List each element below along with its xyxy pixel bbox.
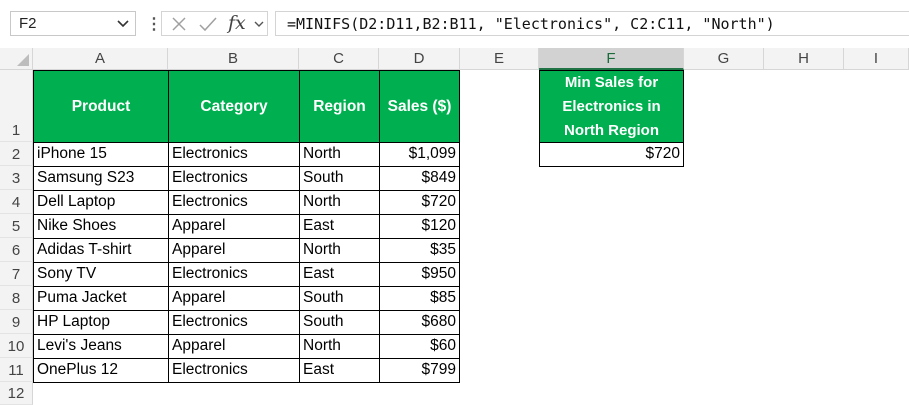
table-cell-region[interactable]: East [299,358,380,383]
table-cell-sales[interactable]: $799 [379,358,460,383]
formula-bar: F2 ⋮ fx =MINIFS(D2:D11,B2:B11, "Electron… [0,0,909,48]
spreadsheet-grid: A B C D E F G H I 1 2 3 4 5 6 7 8 9 10 1… [0,48,909,405]
table-cell-category[interactable]: Electronics [168,358,300,383]
table-cell-sales[interactable]: $849 [379,166,460,191]
table-cell-region[interactable]: North [299,334,380,359]
row-header-10[interactable]: 10 [0,334,33,358]
row-header-6[interactable]: 6 [0,238,33,262]
select-all-icon [17,54,29,66]
table-cell-product[interactable]: HP Laptop [33,310,169,335]
table-cell-product[interactable]: Levi's Jeans [33,334,169,359]
row-number: 4 [11,194,21,211]
table-cell-region[interactable]: South [299,166,380,191]
table-cell-product[interactable]: Adidas T-shirt [33,238,169,263]
table-cell-sales[interactable]: $1,099 [379,142,460,167]
name-box-value: F2 [19,15,37,32]
row-header-9[interactable]: 9 [0,310,33,334]
table-cell-category[interactable]: Apparel [168,286,300,311]
row-number: 10 [7,338,25,355]
table-cell-region[interactable]: South [299,286,380,311]
row-header-4[interactable]: 4 [0,190,33,214]
table-cell-category[interactable]: Apparel [168,214,300,239]
column-header-h[interactable]: H [764,48,844,70]
column-header-g[interactable]: G [684,48,764,70]
chevron-down-icon[interactable] [253,17,265,31]
name-box[interactable]: F2 [10,11,136,36]
insert-function-icon[interactable]: fx [228,12,246,34]
table-cell-category[interactable]: Electronics [168,142,300,167]
row-header-8[interactable]: 8 [0,286,33,310]
table-cell-sales[interactable]: $680 [379,310,460,335]
row-header-12[interactable]: 12 [0,382,33,405]
header-cell-category[interactable]: Category [168,70,300,143]
row-number: 6 [11,242,21,259]
table-cell-category[interactable]: Apparel [168,238,300,263]
table-cell-category[interactable]: Electronics [168,310,300,335]
table-cell-sales[interactable]: $120 [379,214,460,239]
formula-input[interactable]: =MINIFS(D2:D11,B2:B11, "Electronics", C2… [275,11,909,36]
result-header-cell[interactable]: Min Sales for Electronics in North Regio… [539,70,684,143]
row-number: 11 [8,362,24,379]
formula-text: =MINIFS(D2:D11,B2:B11, "Electronics", C2… [287,15,775,33]
row-number: 3 [11,170,21,187]
more-options-icon[interactable]: ⋮ [146,14,162,34]
table-cell-sales[interactable]: $35 [379,238,460,263]
result-header-line: Min Sales for [564,74,659,91]
row-number: 9 [11,314,21,331]
enter-check-icon[interactable] [198,15,218,33]
table-cell-product[interactable]: Sony TV [33,262,169,287]
header-cell-product[interactable]: Product [33,70,169,143]
row-number: 12 [7,385,25,402]
table-cell-sales[interactable]: $720 [379,190,460,215]
column-header-d[interactable]: D [379,48,460,70]
result-header-line: North Region [564,122,659,139]
row-number: 8 [11,290,21,307]
table-cell-product[interactable]: OnePlus 12 [33,358,169,383]
column-header-e[interactable]: E [460,48,539,70]
table-cell-category[interactable]: Electronics [168,166,300,191]
table-cell-region[interactable]: North [299,190,380,215]
result-header-line: Electronics in [562,98,661,115]
table-cell-sales[interactable]: $950 [379,262,460,287]
table-cell-region[interactable]: East [299,214,380,239]
row-header-11[interactable]: 11 [0,358,33,382]
table-cell-region[interactable]: North [299,142,380,167]
column-header-i[interactable]: I [844,48,909,70]
table-cell-region[interactable]: North [299,238,380,263]
cancel-icon[interactable] [170,15,188,33]
table-cell-category[interactable]: Electronics [168,190,300,215]
column-header-a[interactable]: A [33,48,168,70]
table-cell-product[interactable]: Nike Shoes [33,214,169,239]
table-cell-sales[interactable]: $60 [379,334,460,359]
table-cell-region[interactable]: East [299,262,380,287]
header-cell-region[interactable]: Region [299,70,380,143]
chevron-down-icon[interactable] [116,16,130,30]
header-cell-sales[interactable]: Sales ($) [379,70,460,143]
table-cell-category[interactable]: Electronics [168,262,300,287]
result-value-cell[interactable]: $720 [539,142,684,167]
row-header-2[interactable]: 2 [0,142,33,166]
row-header-3[interactable]: 3 [0,166,33,190]
table-cell-sales[interactable]: $85 [379,286,460,311]
row-number: 7 [11,266,21,283]
table-cell-product[interactable]: Samsung S23 [33,166,169,191]
row-header-1[interactable]: 1 [0,70,33,142]
row-number: 5 [11,218,21,235]
table-cell-category[interactable]: Apparel [168,334,300,359]
row-number: 1 [11,122,21,139]
row-number: 2 [11,146,21,163]
table-cell-product[interactable]: Dell Laptop [33,190,169,215]
row-header-5[interactable]: 5 [0,214,33,238]
column-header-b[interactable]: B [168,48,299,70]
select-all-button[interactable] [0,48,33,70]
table-cell-region[interactable]: South [299,310,380,335]
column-header-c[interactable]: C [299,48,379,70]
column-header-f[interactable]: F [539,48,684,70]
row-header-7[interactable]: 7 [0,262,33,286]
formula-actions: fx [161,11,268,36]
table-cell-product[interactable]: Puma Jacket [33,286,169,311]
table-cell-product[interactable]: iPhone 15 [33,142,169,167]
